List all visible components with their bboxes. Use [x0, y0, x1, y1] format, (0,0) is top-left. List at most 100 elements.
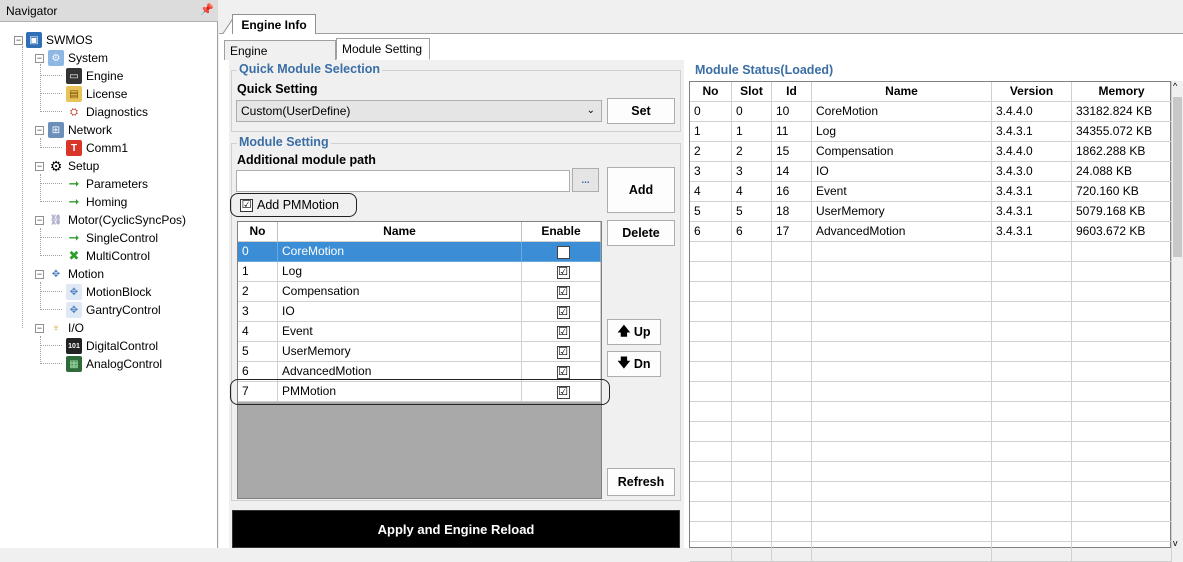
refresh-button[interactable]: Refresh [607, 468, 675, 496]
tree-item-setup[interactable]: ⚙ Setup [48, 157, 100, 175]
cell-name [812, 522, 992, 542]
cell-slot: 4 [732, 182, 772, 202]
cell-name: Compensation [812, 142, 992, 162]
tree-item-diagnostics[interactable]: ⛭ Diagnostics [66, 103, 148, 121]
cell-enable[interactable]: ☑ [522, 262, 601, 282]
collapse-icon[interactable]: − [35, 126, 44, 135]
set-button[interactable]: Set [607, 98, 675, 124]
collapse-icon[interactable]: − [35, 270, 44, 279]
checkbox-checked-icon[interactable]: ☑ [556, 286, 570, 299]
tree-label: MultiControl [86, 249, 151, 263]
col-version[interactable]: Version [992, 82, 1072, 102]
checkbox-checked-icon[interactable]: ☑ [556, 366, 570, 379]
tree-item-comm1[interactable]: T Comm1 [66, 139, 128, 157]
table-row[interactable]: 3 3 14 IO 3.4.3.0 24.088 KB [690, 162, 1172, 182]
tab-engine-info[interactable]: Engine Info [232, 14, 316, 35]
cell-enable[interactable]: ☑ [522, 242, 601, 262]
scrollbar-thumb[interactable] [1173, 97, 1182, 257]
tree-item-motion[interactable]: ✥ Motion [48, 265, 104, 283]
col-no[interactable]: No [238, 222, 278, 242]
cell-enable[interactable]: ☑ [522, 342, 601, 362]
tree-item-system[interactable]: ⚙ System [48, 49, 108, 67]
cell-memory: 33182.824 KB [1072, 102, 1172, 122]
tree-item-gantry-control[interactable]: ✥ GantryControl [66, 301, 161, 319]
tree-item-engine[interactable]: ▭ Engine [66, 67, 123, 85]
cell-version [992, 402, 1072, 422]
empty-row [690, 442, 1172, 462]
cell-id [772, 442, 812, 462]
cell-id [772, 242, 812, 262]
table-row[interactable]: 1 1 11 Log 3.4.3.1 34355.072 KB [690, 122, 1172, 142]
down-button[interactable]: 🡇 Dn [607, 351, 661, 377]
tab-module-setting[interactable]: Module Setting [336, 38, 430, 60]
table-row[interactable]: 4 4 16 Event 3.4.3.1 720.160 KB [690, 182, 1172, 202]
cell-no: 5 [690, 202, 732, 222]
cell-memory: 9603.672 KB [1072, 222, 1172, 242]
table-row[interactable]: 4 Event ☑ [238, 322, 601, 342]
tree-item-homing[interactable]: ➞ Homing [66, 193, 128, 211]
cell-no: 1 [238, 262, 278, 282]
cell-enable[interactable]: ☑ [522, 322, 601, 342]
cell-no [690, 282, 732, 302]
checkbox-checked-icon[interactable]: ☑ [556, 346, 570, 359]
tree-label: DigitalControl [86, 339, 159, 353]
col-memory[interactable]: Memory [1072, 82, 1172, 102]
tree-item-license[interactable]: ▤ License [66, 85, 127, 103]
tree-item-multi-control[interactable]: ✖ MultiControl [66, 247, 150, 265]
tree-item-single-control[interactable]: ➞ SingleControl [66, 229, 159, 247]
collapse-icon[interactable]: − [35, 216, 44, 225]
chevron-up-icon[interactable]: ^ [1173, 81, 1177, 91]
collapse-icon[interactable]: − [35, 324, 44, 333]
col-name[interactable]: Name [278, 222, 522, 242]
checkbox-checked-icon[interactable]: ☑ [556, 266, 570, 279]
collapse-icon[interactable]: − [35, 54, 44, 63]
table-row[interactable]: 5 UserMemory ☑ [238, 342, 601, 362]
col-slot[interactable]: Slot [732, 82, 772, 102]
cell-no [690, 342, 732, 362]
cell-no [690, 262, 732, 282]
cell-slot: 3 [732, 162, 772, 182]
cell-version [992, 482, 1072, 502]
chevron-down-icon[interactable]: v [1173, 538, 1178, 548]
browse-button[interactable]: ... [572, 168, 599, 192]
pin-icon[interactable]: 📌 [200, 3, 214, 16]
col-name[interactable]: Name [812, 82, 992, 102]
tree-item-analog-control[interactable]: ▦ AnalogControl [66, 355, 162, 373]
checkbox-checked-icon[interactable]: ☑ [556, 326, 570, 339]
cell-memory [1072, 462, 1172, 482]
tree-item-digital-control[interactable]: 101 DigitalControl [66, 337, 158, 355]
checkbox-checked-icon[interactable]: ☑ [556, 246, 570, 259]
tab-engine-information[interactable]: Engine Information [224, 40, 336, 78]
col-id[interactable]: Id [772, 82, 812, 102]
apply-reload-button[interactable]: Apply and Engine Reload [232, 510, 680, 548]
table-row[interactable]: 2 2 15 Compensation 3.4.4.0 1862.288 KB [690, 142, 1172, 162]
tree-item-motor[interactable]: ⛓ Motor(CyclicSyncPos) [48, 211, 186, 229]
cell-memory: 34355.072 KB [1072, 122, 1172, 142]
module-grid: No Name Enable 0 CoreMotion ☑ 1 Log ☑ 2 Compens… [237, 221, 602, 499]
table-row[interactable]: 2 Compensation ☑ [238, 282, 601, 302]
up-button[interactable]: 🡅 Up [607, 319, 661, 345]
cell-enable[interactable]: ☑ [522, 282, 601, 302]
delete-button[interactable]: Delete [607, 220, 675, 246]
table-row[interactable]: 0 CoreMotion ☑ [238, 242, 601, 262]
cell-enable[interactable]: ☑ [522, 302, 601, 322]
table-row[interactable]: 5 5 18 UserMemory 3.4.3.1 5079.168 KB [690, 202, 1172, 222]
checkbox-checked-icon[interactable]: ☑ [556, 306, 570, 319]
add-button[interactable]: Add [607, 167, 675, 213]
tree-item-swmos[interactable]: ▣ SWMOS [26, 31, 93, 49]
tree-item-io[interactable]: ♆ I/O [48, 319, 84, 337]
tree-item-parameters[interactable]: ➞ Parameters [66, 175, 148, 193]
col-no[interactable]: No [690, 82, 732, 102]
tree-item-motion-block[interactable]: ✥ MotionBlock [66, 283, 151, 301]
quick-setting-select[interactable]: Custom(UserDefine) ⌄ [236, 100, 602, 122]
table-row[interactable]: 6 6 17 AdvancedMotion 3.4.3.1 9603.672 KB [690, 222, 1172, 242]
collapse-icon[interactable]: − [14, 36, 23, 45]
tree-item-network[interactable]: ⊞ Network [48, 121, 112, 139]
table-row[interactable]: 1 Log ☑ [238, 262, 601, 282]
collapse-icon[interactable]: − [35, 162, 44, 171]
cell-slot [732, 262, 772, 282]
module-path-input[interactable] [236, 170, 570, 192]
col-enable[interactable]: Enable [522, 222, 601, 242]
table-row[interactable]: 0 0 10 CoreMotion 3.4.4.0 33182.824 KB [690, 102, 1172, 122]
table-row[interactable]: 3 IO ☑ [238, 302, 601, 322]
